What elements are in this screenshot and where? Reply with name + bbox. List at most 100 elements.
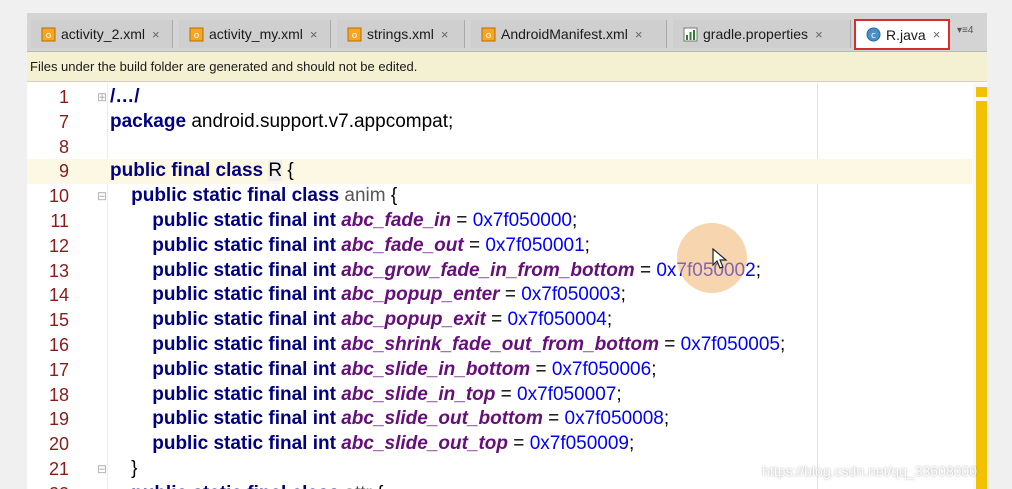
fold-icon[interactable]: ⊟ [97, 457, 107, 482]
code-line[interactable]: 11 public static final int abc_fade_in =… [27, 209, 972, 234]
xml-file-icon: o [347, 27, 362, 41]
code-line[interactable]: 10 ⊟ public static final class anim { [27, 184, 972, 209]
code-line[interactable]: 17 public static final int abc_slide_in_… [27, 358, 972, 383]
tab-activity-2-xml[interactable]: o activity_2.xml × [31, 20, 173, 48]
code-token: abc_popup_exit [341, 309, 486, 331]
code-token: public static final int [110, 433, 342, 455]
tab-strings-xml[interactable]: o strings.xml × [337, 20, 465, 48]
tab-r-java[interactable]: c R.java × [854, 19, 950, 50]
code-text: public static final class attr { [110, 482, 383, 489]
java-class-icon: c [866, 27, 881, 42]
code-token: abc_fade_in [341, 209, 452, 231]
code-text: } [110, 457, 137, 482]
code-token: /…/ [110, 86, 140, 107]
line-number: 10 [48, 186, 69, 207]
warning-stripe-marker[interactable] [976, 101, 987, 489]
gradle-file-icon [683, 27, 698, 41]
tab-label: strings.xml [367, 26, 434, 42]
banner-text: Files under the build folder are generat… [30, 59, 418, 74]
code-token: 0x7f050004 [507, 309, 607, 331]
code-token: ; [779, 333, 786, 355]
code-token: abc_slide_out_bottom [341, 408, 543, 430]
line-number: 14 [48, 285, 69, 306]
code-text: /…/ [110, 85, 140, 110]
xml-file-icon: o [41, 27, 56, 41]
code-token: = [485, 309, 508, 331]
close-icon[interactable]: × [815, 27, 823, 42]
code-token: android.support.v7.appcompat; [191, 110, 454, 132]
code-token: anim [344, 185, 386, 207]
code-line[interactable]: 22 public static final class attr { [27, 482, 972, 489]
code-token: = [542, 408, 565, 430]
code-line[interactable]: 14 public static final int abc_popup_ent… [27, 283, 972, 308]
code-line[interactable]: 18 public static final int abc_slide_in_… [27, 383, 972, 408]
code-token: 0x7f050007 [517, 383, 617, 405]
code-token: ; [572, 209, 578, 231]
tab-overflow-button[interactable]: ▾≡4 [957, 25, 987, 43]
code-token: ; [620, 284, 626, 306]
tab-androidmanifest-xml[interactable]: o AndroidManifest.xml × [471, 20, 667, 48]
tab-gradle-properties[interactable]: gradle.properties × [673, 20, 851, 48]
code-text: package android.support.v7.appcompat; [110, 110, 453, 135]
code-token: = [463, 234, 486, 256]
code-token: ; [755, 259, 761, 281]
line-number: 8 [58, 136, 69, 157]
code-token: { [385, 185, 398, 207]
tab-label: activity_my.xml [209, 26, 303, 42]
code-token: public static final class [110, 483, 344, 489]
code-text: public static final int abc_shrink_fade_… [110, 333, 785, 358]
line-number: 21 [48, 458, 69, 479]
code-text: public static final int abc_fade_out = 0… [110, 234, 590, 259]
code-line[interactable]: 20 public static final int abc_slide_out… [27, 432, 972, 457]
inspection-status-marker[interactable] [976, 87, 987, 97]
code-token: public static final int [110, 408, 342, 430]
fold-icon[interactable]: ⊞ [97, 85, 107, 110]
code-line[interactable]: 13 public static final int abc_grow_fade… [27, 259, 972, 284]
code-area[interactable]: 1 ⊞/…/ 7 package android.support.v7.appcomp… [27, 85, 972, 489]
code-line[interactable]: 9 public final class R { [27, 159, 972, 185]
svg-text:o: o [352, 31, 358, 41]
code-token: abc_popup_enter [341, 284, 500, 306]
line-number: 18 [48, 384, 69, 405]
svg-text:o: o [486, 31, 492, 41]
line-number: 17 [48, 359, 69, 380]
code-text: public static final int abc_slide_in_top… [110, 383, 621, 408]
fold-icon[interactable]: ⊟ [97, 184, 107, 209]
code-token: 0x7f050000 [472, 209, 573, 231]
code-token: public static final int [110, 383, 342, 405]
code-token: public static final int [110, 209, 342, 231]
code-token: abc_shrink_fade_out_from_bottom [341, 333, 659, 355]
code-token: ; [606, 309, 613, 331]
close-icon[interactable]: × [152, 27, 160, 42]
code-token: 0x7f050005 [680, 333, 780, 355]
line-number: 12 [48, 235, 69, 256]
code-line[interactable]: 1 ⊞/…/ [27, 85, 972, 110]
tab-activity-my-xml[interactable]: o activity_my.xml × [179, 20, 331, 48]
code-token: 0x7f050008 [564, 408, 664, 430]
close-icon[interactable]: × [635, 27, 643, 42]
xml-file-icon: o [481, 27, 496, 41]
line-number: 22 [27, 482, 69, 489]
code-token: = [508, 433, 530, 455]
code-token: abc_fade_out [341, 234, 464, 256]
code-editor[interactable]: 1 ⊞/…/ 7 package android.support.v7.appcomp… [27, 83, 987, 489]
code-token: public static final int [110, 309, 342, 331]
line-number: 16 [48, 334, 69, 355]
code-line[interactable]: 15 public static final int abc_popup_exi… [27, 308, 972, 333]
code-line[interactable]: 8 [27, 135, 972, 160]
code-line[interactable]: 16 public static final int abc_shrink_fa… [27, 333, 972, 358]
close-icon[interactable]: × [441, 27, 449, 42]
code-token: 0x7f050009 [529, 433, 630, 455]
code-text: public static final int abc_slide_out_to… [110, 432, 634, 457]
code-token: 0x7f050003 [521, 284, 621, 306]
code-token: ; [629, 433, 635, 455]
code-line[interactable]: 7 package android.support.v7.appcompat; [27, 110, 972, 135]
generated-file-banner: Files under the build folder are generat… [27, 52, 987, 82]
tab-label: gradle.properties [703, 26, 809, 42]
code-line[interactable]: 12 public static final int abc_fade_out … [27, 234, 972, 259]
code-line[interactable]: 19 public static final int abc_slide_out… [27, 407, 972, 432]
svg-text:o: o [46, 31, 52, 41]
close-icon[interactable]: × [933, 27, 941, 42]
close-icon[interactable]: × [310, 27, 318, 42]
svg-text:o: o [194, 31, 200, 41]
